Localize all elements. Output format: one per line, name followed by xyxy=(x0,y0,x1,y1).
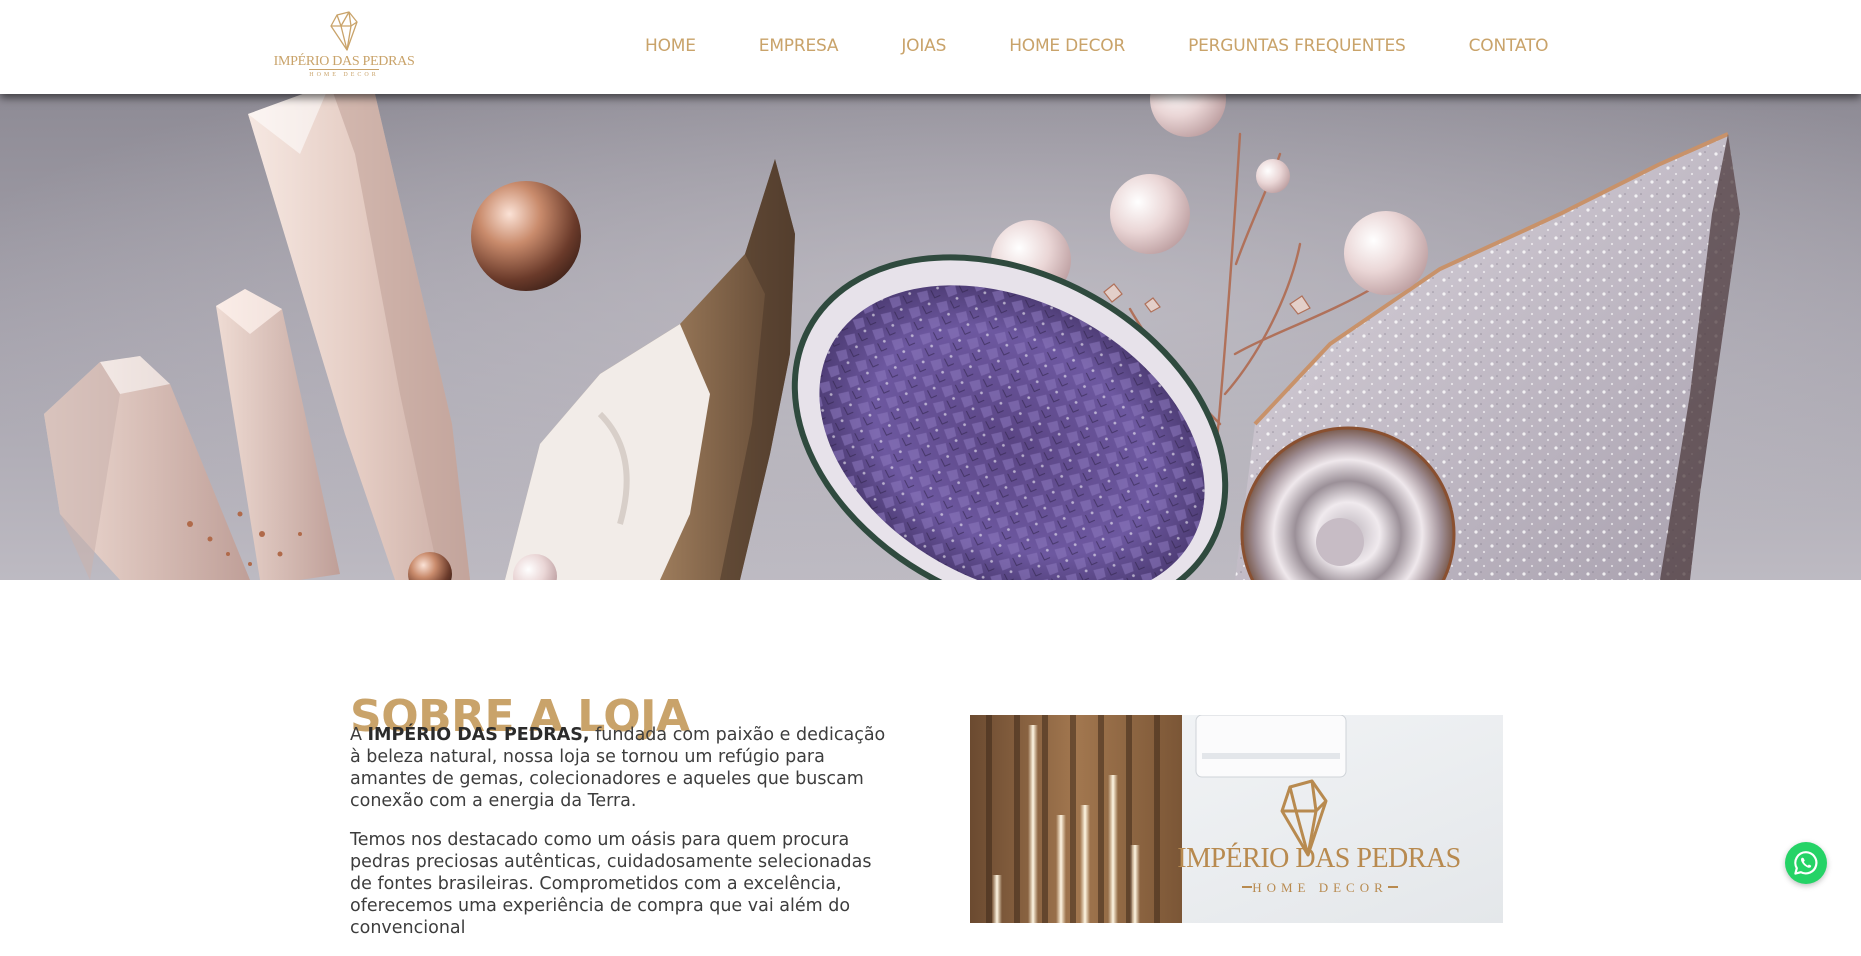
logo-name: IMPÉRIO DAS PEDRAS xyxy=(273,54,415,69)
nav-home-decor[interactable]: HOME DECOR xyxy=(1009,34,1125,58)
hero-crystals-image xyxy=(0,94,1861,580)
about-brand-name: IMPÉRIO DAS PEDRAS, xyxy=(367,725,590,745)
nav-contato[interactable]: CONTATO xyxy=(1469,34,1549,58)
nav-perguntas-frequentes[interactable]: PERGUNTAS FREQUENTES xyxy=(1188,34,1406,58)
diamond-logo-icon xyxy=(330,11,358,51)
hero-banner xyxy=(0,94,1861,580)
logo-tagline: HOME DECOR xyxy=(309,69,379,79)
whatsapp-button[interactable] xyxy=(1785,842,1827,884)
nav-empresa[interactable]: EMPRESA xyxy=(759,34,839,58)
site-header: IMPÉRIO DAS PEDRAS HOME DECOR HOME EMPRE… xyxy=(0,0,1861,94)
whatsapp-icon xyxy=(1794,851,1818,875)
brand-logo[interactable]: IMPÉRIO DAS PEDRAS HOME DECOR xyxy=(274,10,415,82)
store-photo: IMPÉRIO DAS PEDRAS HOME DECOR xyxy=(970,715,1503,923)
about-text: A IMPÉRIO DAS PEDRAS, fundada com paixão… xyxy=(350,724,890,956)
about-paragraph-1: A IMPÉRIO DAS PEDRAS, fundada com paixão… xyxy=(350,724,890,812)
nav-joias[interactable]: JOIAS xyxy=(901,34,946,58)
about-p1-prefix: A xyxy=(350,725,368,745)
nav-home[interactable]: HOME xyxy=(645,34,696,58)
main-nav: HOME EMPRESA JOIAS HOME DECOR PERGUNTAS … xyxy=(645,34,1549,58)
store-sign-image: IMPÉRIO DAS PEDRAS HOME DECOR xyxy=(970,715,1503,923)
store-sign-name: IMPÉRIO DAS PEDRAS xyxy=(1177,843,1461,874)
store-sign-tagline: HOME DECOR xyxy=(1252,880,1388,895)
